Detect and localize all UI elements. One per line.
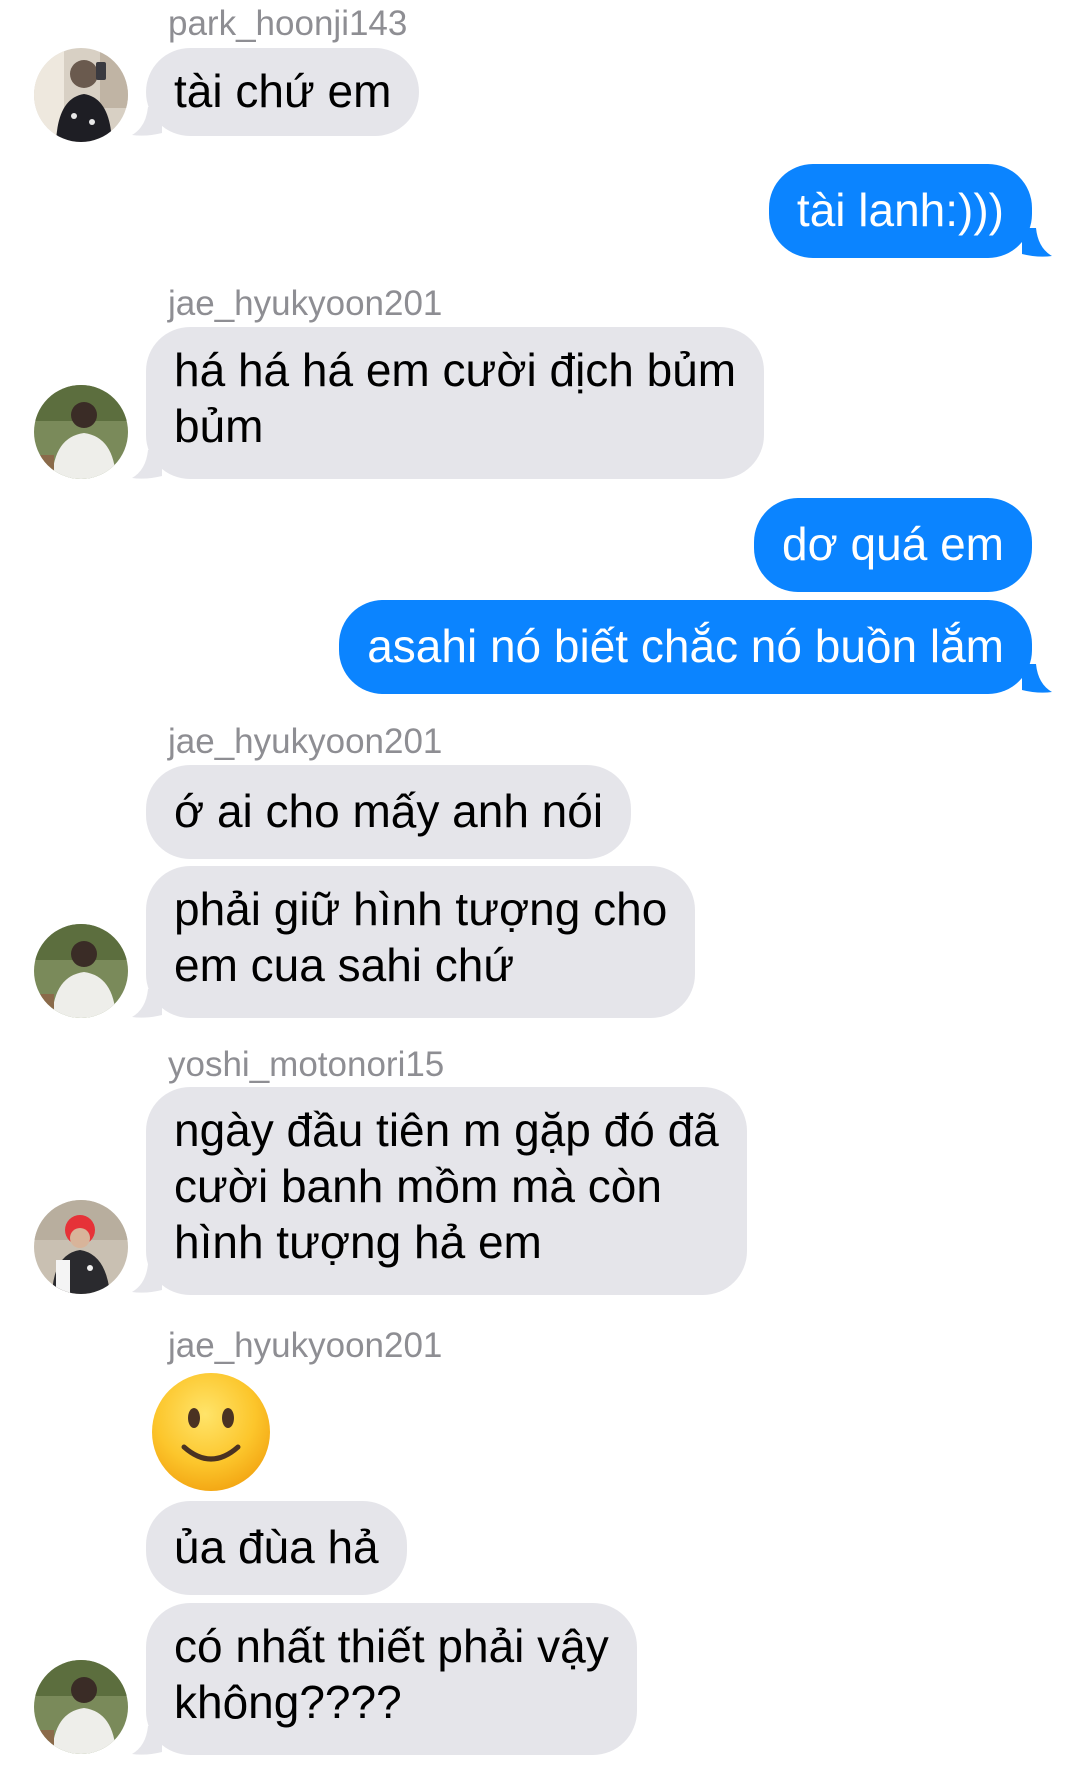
received-message-bubble[interactable]: ủa đùa hả bbox=[146, 1501, 407, 1595]
message-line: không???? bbox=[174, 1676, 402, 1728]
bubble-tail bbox=[132, 989, 162, 1018]
message-text: ủa đùa hả bbox=[174, 1521, 379, 1573]
sender-name: jae_hyukyoon201 bbox=[168, 722, 443, 761]
received-message-bubble[interactable]: phải giữ hình tượng cho em cua sahi chứ bbox=[146, 866, 696, 1018]
message-text: asahi nó biết chắc nó buồn lắm bbox=[367, 620, 1004, 672]
message-line: hình tượng hả em bbox=[174, 1216, 542, 1268]
bubble-tail bbox=[1022, 664, 1052, 693]
message-line: em cua sahi chứ bbox=[174, 939, 515, 991]
bubble-tail bbox=[132, 450, 162, 479]
sender-name: yoshi_motonori15 bbox=[168, 1045, 445, 1084]
avatar-yoshi-motonori15[interactable] bbox=[34, 1200, 128, 1294]
received-message-bubble[interactable]: có nhất thiết phải vậy không???? bbox=[146, 1603, 637, 1755]
avatar-jae-hyukyoon201[interactable] bbox=[34, 1660, 128, 1754]
avatar-jae-hyukyoon201[interactable] bbox=[34, 924, 128, 1018]
message-text: dơ quá em bbox=[782, 518, 1004, 570]
message-text: tài chứ em bbox=[174, 65, 392, 117]
received-message-bubble[interactable]: ớ ai cho mấy anh nói bbox=[146, 765, 632, 859]
slightly-smiling-face-emoji[interactable] bbox=[150, 1371, 272, 1493]
bubble-tail bbox=[132, 107, 162, 136]
message-line: cười banh mồm mà còn bbox=[174, 1160, 662, 1212]
sent-message-bubble[interactable]: asahi nó biết chắc nó buồn lắm bbox=[339, 600, 1032, 694]
received-message-bubble[interactable]: ngày đầu tiên m gặp đó đã cười banh mồm … bbox=[146, 1087, 747, 1295]
avatar-jae-hyukyoon201[interactable] bbox=[34, 385, 128, 479]
message-line: ngày đầu tiên m gặp đó đã bbox=[174, 1104, 719, 1156]
message-text: tài lanh:))) bbox=[796, 184, 1004, 236]
avatar-park-hoonji143[interactable] bbox=[34, 48, 128, 142]
sent-message-bubble[interactable]: dơ quá em bbox=[754, 498, 1032, 592]
received-message-bubble[interactable]: tài chứ em bbox=[146, 48, 420, 136]
bubble-tail bbox=[132, 1264, 162, 1293]
message-line: phải giữ hình tượng cho bbox=[174, 883, 668, 935]
received-message-bubble[interactable]: há há há em cười địch bủm bủm bbox=[146, 327, 765, 479]
sent-message-bubble[interactable]: tài lanh:))) bbox=[768, 164, 1032, 258]
sender-name: jae_hyukyoon201 bbox=[168, 284, 443, 323]
message-line: bủm bbox=[174, 400, 264, 452]
bubble-tail bbox=[1022, 228, 1052, 257]
message-line: có nhất thiết phải vậy bbox=[174, 1620, 609, 1672]
sender-name: jae_hyukyoon201 bbox=[168, 1326, 443, 1365]
sender-name: park_hoonji143 bbox=[168, 4, 408, 43]
bubble-tail bbox=[132, 1726, 162, 1755]
message-line: há há há em cười địch bủm bbox=[174, 344, 737, 396]
message-text: ớ ai cho mấy anh nói bbox=[174, 785, 604, 837]
